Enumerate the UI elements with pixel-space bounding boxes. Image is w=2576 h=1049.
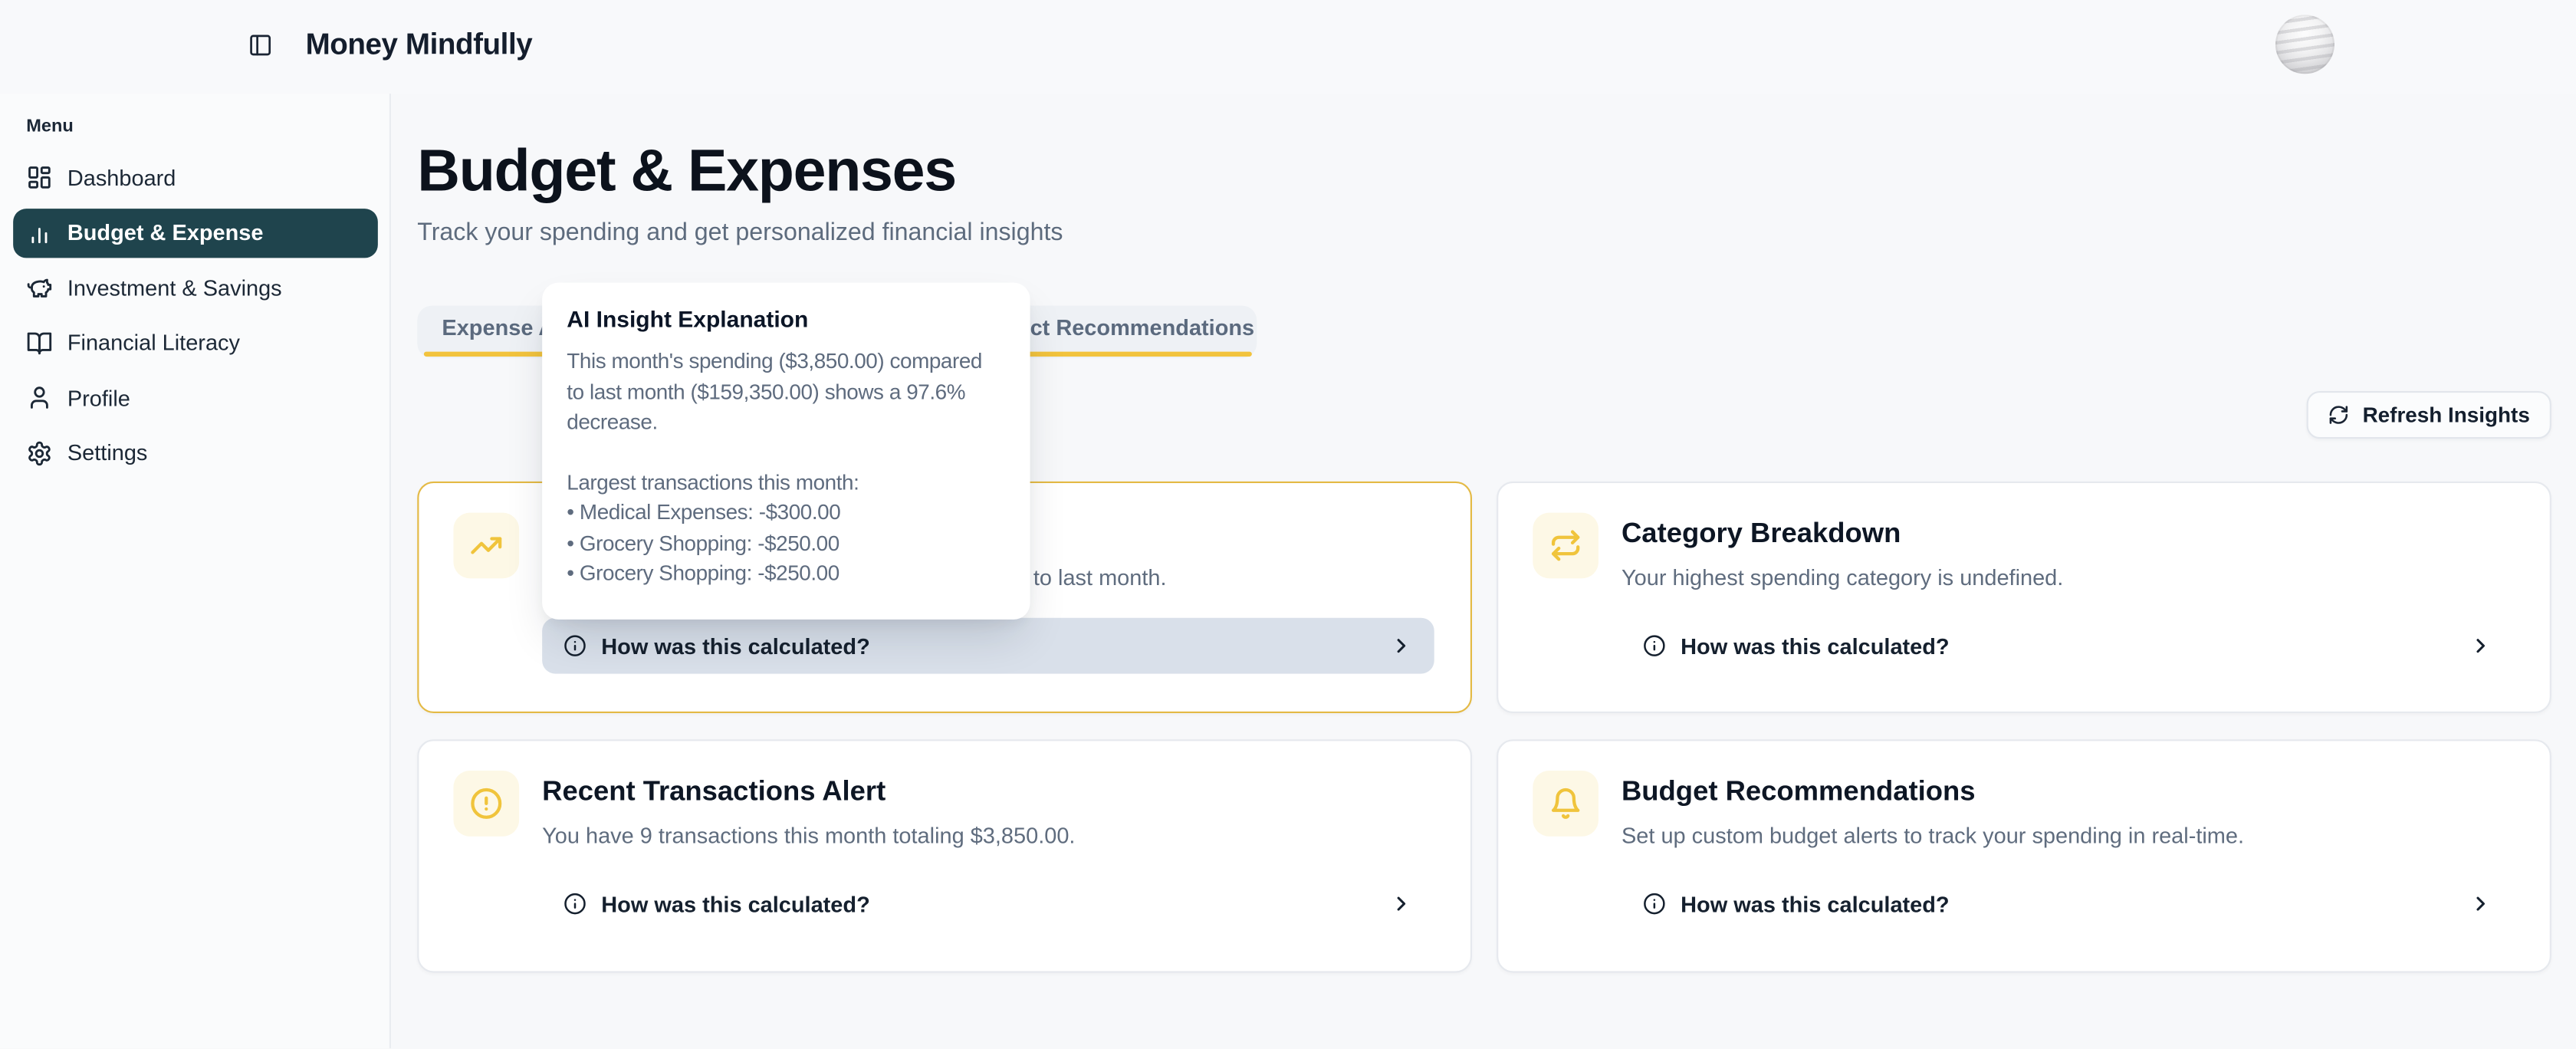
info-icon[interactable] xyxy=(564,634,586,657)
how-calculated-label: How was this calculated? xyxy=(601,633,869,658)
refresh-icon xyxy=(2328,404,2350,426)
sidebar-toggle-icon[interactable] xyxy=(248,33,273,58)
repeat-icon xyxy=(1533,513,1598,579)
how-calculated-link[interactable]: How was this calculated? xyxy=(1622,876,2514,932)
sidebar-item-budget-expense[interactable]: Budget & Expense xyxy=(13,208,378,257)
how-calculated-label: How was this calculated? xyxy=(1681,633,1949,658)
user-icon xyxy=(26,384,52,410)
how-calculated-label: How was this calculated? xyxy=(601,892,869,916)
sidebar-section-label: Menu xyxy=(26,117,74,136)
chevron-right-icon xyxy=(2469,634,2492,657)
sidebar-item-profile[interactable]: Profile xyxy=(13,373,378,422)
sidebar-item-dashboard[interactable]: Dashboard xyxy=(13,153,378,202)
sidebar-nav: Dashboard Budget & Expense Investment & … xyxy=(13,153,378,483)
sidebar-item-label: Financial Literacy xyxy=(67,330,240,355)
tooltip-text-line: decrease. xyxy=(567,407,1005,438)
card-budget-recommendations: Budget Recommendations Set up custom bud… xyxy=(1497,739,2551,972)
info-icon[interactable] xyxy=(564,893,586,916)
how-calculated-link[interactable]: How was this calculated? xyxy=(542,618,1434,674)
page-title: Budget & Expenses xyxy=(417,136,956,204)
bar-chart-icon xyxy=(26,219,52,245)
ai-insight-tooltip: AI Insight Explanation This month's spen… xyxy=(542,283,1030,620)
tooltip-list-item: • Medical Expenses: -$300.00 xyxy=(567,498,1005,528)
avatar[interactable] xyxy=(2275,15,2334,74)
tooltip-list-item: • Grocery Shopping: -$250.00 xyxy=(567,528,1005,559)
book-open-icon xyxy=(26,330,52,356)
app-title: Money Mindfully xyxy=(306,26,533,62)
tooltip-text-line: to last month ($159,350.00) shows a 97.6… xyxy=(567,377,1005,408)
top-bar: Money Mindfully xyxy=(0,0,2576,94)
how-calculated-link[interactable]: How was this calculated? xyxy=(542,876,1434,932)
tooltip-spacer xyxy=(567,438,1005,468)
info-icon[interactable] xyxy=(1643,893,1666,916)
sidebar-item-investment-savings[interactable]: Investment & Savings xyxy=(13,263,378,312)
sidebar-item-label: Dashboard xyxy=(67,165,176,189)
page-subtitle: Track your spending and get personalized… xyxy=(417,219,1063,246)
card-title: Budget Recommendations xyxy=(1622,775,1975,808)
refresh-insights-button[interactable]: Refresh Insights xyxy=(2307,391,2551,439)
card-title: Category Breakdown xyxy=(1622,518,1901,551)
sidebar-item-financial-literacy[interactable]: Financial Literacy xyxy=(13,318,378,367)
card-subtitle: Set up custom budget alerts to track you… xyxy=(1622,824,2244,848)
chevron-right-icon xyxy=(2469,893,2492,916)
sidebar-item-label: Investment & Savings xyxy=(67,275,282,300)
chevron-right-icon xyxy=(1390,893,1413,916)
card-subtitle: You have 9 transactions this month total… xyxy=(542,824,1075,848)
chevron-right-icon xyxy=(1390,634,1413,657)
card-subtitle: Your highest spending category is undefi… xyxy=(1622,565,2063,590)
info-icon[interactable] xyxy=(1643,634,1666,657)
bell-icon xyxy=(1533,771,1598,837)
card-subtitle-fragment: to last month. xyxy=(1033,565,1167,590)
alert-circle-icon xyxy=(453,771,519,837)
card-category-breakdown: Category Breakdown Your highest spending… xyxy=(1497,482,2551,713)
tooltip-text-line: This month's spending ($3,850.00) compar… xyxy=(567,347,1005,377)
dashboard-icon xyxy=(26,164,52,190)
trending-up-icon xyxy=(453,513,519,579)
refresh-insights-label: Refresh Insights xyxy=(2363,403,2530,427)
how-calculated-label: How was this calculated? xyxy=(1681,892,1949,916)
tooltip-title: AI Insight Explanation xyxy=(567,306,1005,332)
app-window: Money Mindfully Menu Dashboard Budget & … xyxy=(0,0,2576,1048)
how-calculated-link[interactable]: How was this calculated? xyxy=(1622,618,2514,674)
tooltip-list-item: • Grocery Shopping: -$250.00 xyxy=(567,559,1005,590)
gear-icon xyxy=(26,439,52,465)
card-recent-transactions: Recent Transactions Alert You have 9 tra… xyxy=(417,739,1472,972)
tooltip-list-header: Largest transactions this month: xyxy=(567,468,1005,498)
sidebar: Menu Dashboard Budget & Expense Investme… xyxy=(0,94,391,1048)
sidebar-item-label: Settings xyxy=(67,440,148,465)
sidebar-item-label: Profile xyxy=(67,385,130,409)
piggy-bank-icon xyxy=(26,275,52,301)
sidebar-item-label: Budget & Expense xyxy=(67,220,264,245)
sidebar-item-settings[interactable]: Settings xyxy=(13,428,378,477)
card-title: Recent Transactions Alert xyxy=(542,775,886,808)
